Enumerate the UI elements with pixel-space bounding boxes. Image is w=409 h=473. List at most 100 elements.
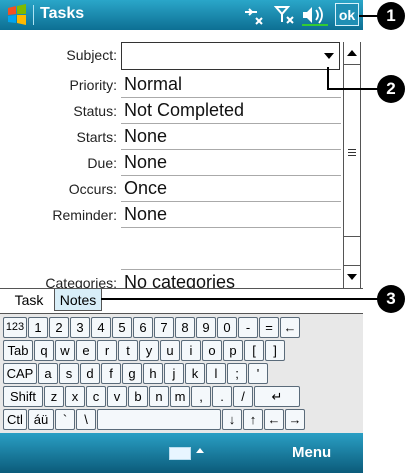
key-right[interactable]: →: [285, 409, 305, 430]
key-minus[interactable]: -: [238, 317, 258, 338]
callout-2-line-vertical: [327, 67, 329, 89]
menu-button[interactable]: Menu: [292, 444, 331, 461]
key-v[interactable]: v: [107, 386, 127, 407]
key-3[interactable]: 3: [70, 317, 90, 338]
key-shift[interactable]: Shift: [3, 386, 43, 407]
key-backslash[interactable]: \: [76, 409, 96, 430]
priority-row[interactable]: Priority: Normal: [0, 72, 343, 98]
key-123[interactable]: 123: [3, 317, 27, 338]
subject-dropdown-icon[interactable]: [324, 53, 334, 59]
key-a[interactable]: a: [38, 363, 58, 384]
starts-row[interactable]: Starts: None: [0, 124, 343, 150]
key-down[interactable]: ↓: [222, 409, 242, 430]
key-accents[interactable]: áü: [28, 409, 54, 430]
due-row[interactable]: Due: None: [0, 150, 343, 176]
input-panel-arrow-icon[interactable]: [196, 448, 204, 453]
key-space[interactable]: [97, 409, 221, 430]
subject-input[interactable]: [121, 42, 340, 70]
subject-label: Subject:: [66, 47, 117, 63]
windows-start-icon[interactable]: [6, 4, 28, 26]
key-k[interactable]: k: [185, 363, 205, 384]
speaker-icon[interactable]: [300, 4, 330, 26]
key-s[interactable]: s: [59, 363, 79, 384]
categories-row[interactable]: Categories: No categories: [0, 270, 343, 288]
key-slash[interactable]: /: [233, 386, 253, 407]
key-c[interactable]: c: [86, 386, 106, 407]
key-9[interactable]: 9: [196, 317, 216, 338]
key-8[interactable]: 8: [175, 317, 195, 338]
key-o[interactable]: o: [202, 340, 222, 361]
key-period[interactable]: .: [212, 386, 232, 407]
key-y[interactable]: y: [139, 340, 159, 361]
title-bar: Tasks ok: [0, 0, 363, 30]
occurs-row[interactable]: Occurs: Once: [0, 176, 343, 202]
key-z[interactable]: z: [44, 386, 64, 407]
key-up[interactable]: ↑: [243, 409, 263, 430]
key-g[interactable]: g: [122, 363, 142, 384]
key-7[interactable]: 7: [154, 317, 174, 338]
scroll-up-icon[interactable]: [344, 42, 360, 65]
key-4[interactable]: 4: [91, 317, 111, 338]
key-backspace[interactable]: ←: [280, 317, 300, 338]
tab-bar: Task Notes: [0, 288, 363, 313]
key-q[interactable]: q: [34, 340, 54, 361]
key-6[interactable]: 6: [133, 317, 153, 338]
connectivity-off-icon[interactable]: [242, 4, 266, 26]
window-title: Tasks: [40, 5, 85, 22]
status-label: Status:: [73, 103, 117, 119]
categories-value[interactable]: No categories: [124, 272, 235, 288]
key-ctrl[interactable]: Ctl: [3, 409, 27, 430]
reminder-value[interactable]: None: [124, 204, 167, 225]
key-u[interactable]: u: [160, 340, 180, 361]
key-left-bracket[interactable]: [: [244, 340, 264, 361]
key-n[interactable]: n: [149, 386, 169, 407]
key-caps[interactable]: CAP: [3, 363, 37, 384]
priority-label: Priority:: [69, 77, 117, 93]
key-d[interactable]: d: [80, 363, 100, 384]
key-1[interactable]: 1: [28, 317, 48, 338]
input-panel-icon[interactable]: [169, 447, 191, 460]
key-tab[interactable]: Tab: [3, 340, 33, 361]
tab-notes[interactable]: Notes: [54, 289, 102, 311]
starts-value[interactable]: None: [124, 126, 167, 147]
priority-value[interactable]: Normal: [124, 74, 182, 95]
key-f[interactable]: f: [101, 363, 121, 384]
scroll-down-icon[interactable]: [344, 265, 360, 288]
signal-off-icon[interactable]: [274, 4, 296, 26]
key-e[interactable]: e: [76, 340, 96, 361]
key-w[interactable]: w: [55, 340, 75, 361]
key-r[interactable]: r: [97, 340, 117, 361]
key-comma[interactable]: ,: [191, 386, 211, 407]
key-equals[interactable]: =: [259, 317, 279, 338]
key-p[interactable]: p: [223, 340, 243, 361]
status-value[interactable]: Not Completed: [124, 100, 244, 121]
form-scrollbar[interactable]: [343, 42, 361, 288]
key-l[interactable]: l: [206, 363, 226, 384]
due-value[interactable]: None: [124, 152, 167, 173]
due-label: Due:: [87, 155, 117, 171]
reminder-row[interactable]: Reminder: None: [0, 202, 343, 228]
key-enter[interactable]: ↵: [254, 386, 300, 407]
key-5[interactable]: 5: [112, 317, 132, 338]
occurs-value[interactable]: Once: [124, 178, 167, 199]
callout-2: 2: [377, 75, 405, 103]
status-row[interactable]: Status: Not Completed: [0, 98, 343, 124]
ok-button[interactable]: ok: [335, 3, 359, 26]
key-j[interactable]: j: [164, 363, 184, 384]
key-left[interactable]: ←: [264, 409, 284, 430]
key-2[interactable]: 2: [49, 317, 69, 338]
key-i[interactable]: i: [181, 340, 201, 361]
tab-task[interactable]: Task: [6, 289, 52, 311]
key-h[interactable]: h: [143, 363, 163, 384]
key-t[interactable]: t: [118, 340, 138, 361]
scroll-grip-icon: [348, 149, 356, 156]
key-m[interactable]: m: [170, 386, 190, 407]
key-x[interactable]: x: [65, 386, 85, 407]
key-semicolon[interactable]: ;: [227, 363, 247, 384]
key-0[interactable]: 0: [217, 317, 237, 338]
key-b[interactable]: b: [128, 386, 148, 407]
key-backtick[interactable]: `: [55, 409, 75, 430]
reminder-label: Reminder:: [52, 207, 117, 223]
key-quote[interactable]: ': [248, 363, 268, 384]
key-right-bracket[interactable]: ]: [265, 340, 285, 361]
